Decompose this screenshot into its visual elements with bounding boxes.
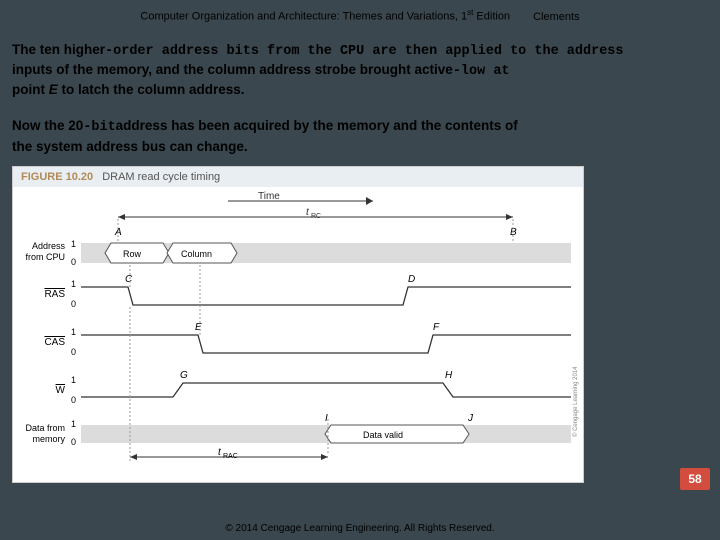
slide-footer: © 2014 Cengage Learning Engineering. All… xyxy=(0,523,720,534)
svg-text:Column: Column xyxy=(181,249,212,259)
timing-diagram: Time t RC A B Address from CPU 1 0 Row C… xyxy=(13,187,583,472)
p2-t2: -bit xyxy=(83,120,115,135)
svg-text:0: 0 xyxy=(71,437,76,447)
p2-t4: the system address bus can change. xyxy=(12,139,248,154)
page-number-badge: 58 xyxy=(680,468,710,490)
svg-text:1: 1 xyxy=(71,375,76,385)
slide-header: Computer Organization and Architecture: … xyxy=(0,0,720,23)
svg-text:Address: Address xyxy=(32,241,66,251)
svg-text:CAS: CAS xyxy=(44,337,65,348)
p1-t5: point xyxy=(12,82,49,97)
p1-point-e: E xyxy=(49,82,58,97)
svg-text:W: W xyxy=(56,385,66,396)
p1-t1: The ten higher xyxy=(12,42,105,57)
svg-text:D: D xyxy=(408,274,415,285)
svg-text:E: E xyxy=(195,322,202,333)
paragraph-1: The ten higher-order address bits from t… xyxy=(0,23,720,100)
figure-title: DRAM read cycle timing xyxy=(102,171,220,183)
author-name: Clements xyxy=(533,11,579,23)
p1-t3: inputs of the memory, and the column add… xyxy=(12,62,453,77)
svg-text:1: 1 xyxy=(71,279,76,289)
svg-text:C: C xyxy=(125,274,133,285)
svg-text:Data from: Data from xyxy=(25,423,65,433)
svg-text:Row: Row xyxy=(123,249,142,259)
svg-text:RAC: RAC xyxy=(223,453,238,460)
p1-t7: to latch the column address. xyxy=(58,82,245,97)
paragraph-2: Now the 20-bitaddress has been acquired … xyxy=(0,99,720,155)
svg-text:1: 1 xyxy=(71,327,76,337)
svg-text:t: t xyxy=(218,447,222,458)
figure-header: FIGURE 10.20 DRAM read cycle timing xyxy=(13,167,583,187)
p1-t4: -low at xyxy=(453,64,510,79)
svg-text:© Cengage Learning 2014: © Cengage Learning 2014 xyxy=(572,366,579,437)
svg-text:F: F xyxy=(433,322,440,333)
svg-text:t: t xyxy=(306,207,310,218)
svg-text:J: J xyxy=(467,413,474,424)
svg-text:Data valid: Data valid xyxy=(363,430,403,440)
svg-text:RC: RC xyxy=(311,213,321,220)
p2-t1: Now the 20 xyxy=(12,118,83,133)
p2-t3: address has been acquired by the memory … xyxy=(116,118,518,133)
svg-text:0: 0 xyxy=(71,299,76,309)
edition-suffix: Edition xyxy=(473,11,510,23)
svg-text:G: G xyxy=(180,370,188,381)
svg-text:RAS: RAS xyxy=(44,289,65,300)
figure-10-20: FIGURE 10.20 DRAM read cycle timing Time… xyxy=(12,166,584,483)
svg-text:I: I xyxy=(325,413,328,424)
svg-text:1: 1 xyxy=(71,239,76,249)
svg-text:from CPU: from CPU xyxy=(25,252,65,262)
svg-text:0: 0 xyxy=(71,395,76,405)
svg-text:1: 1 xyxy=(71,419,76,429)
svg-text:0: 0 xyxy=(71,347,76,357)
svg-text:memory: memory xyxy=(32,434,65,444)
book-title: Computer Organization and Architecture: … xyxy=(140,11,467,23)
svg-text:H: H xyxy=(445,370,453,381)
time-label: Time xyxy=(258,191,280,202)
figure-number: FIGURE 10.20 xyxy=(21,171,93,183)
p1-t2: -order address bits from the CPU are the… xyxy=(105,44,623,59)
svg-text:0: 0 xyxy=(71,257,76,267)
